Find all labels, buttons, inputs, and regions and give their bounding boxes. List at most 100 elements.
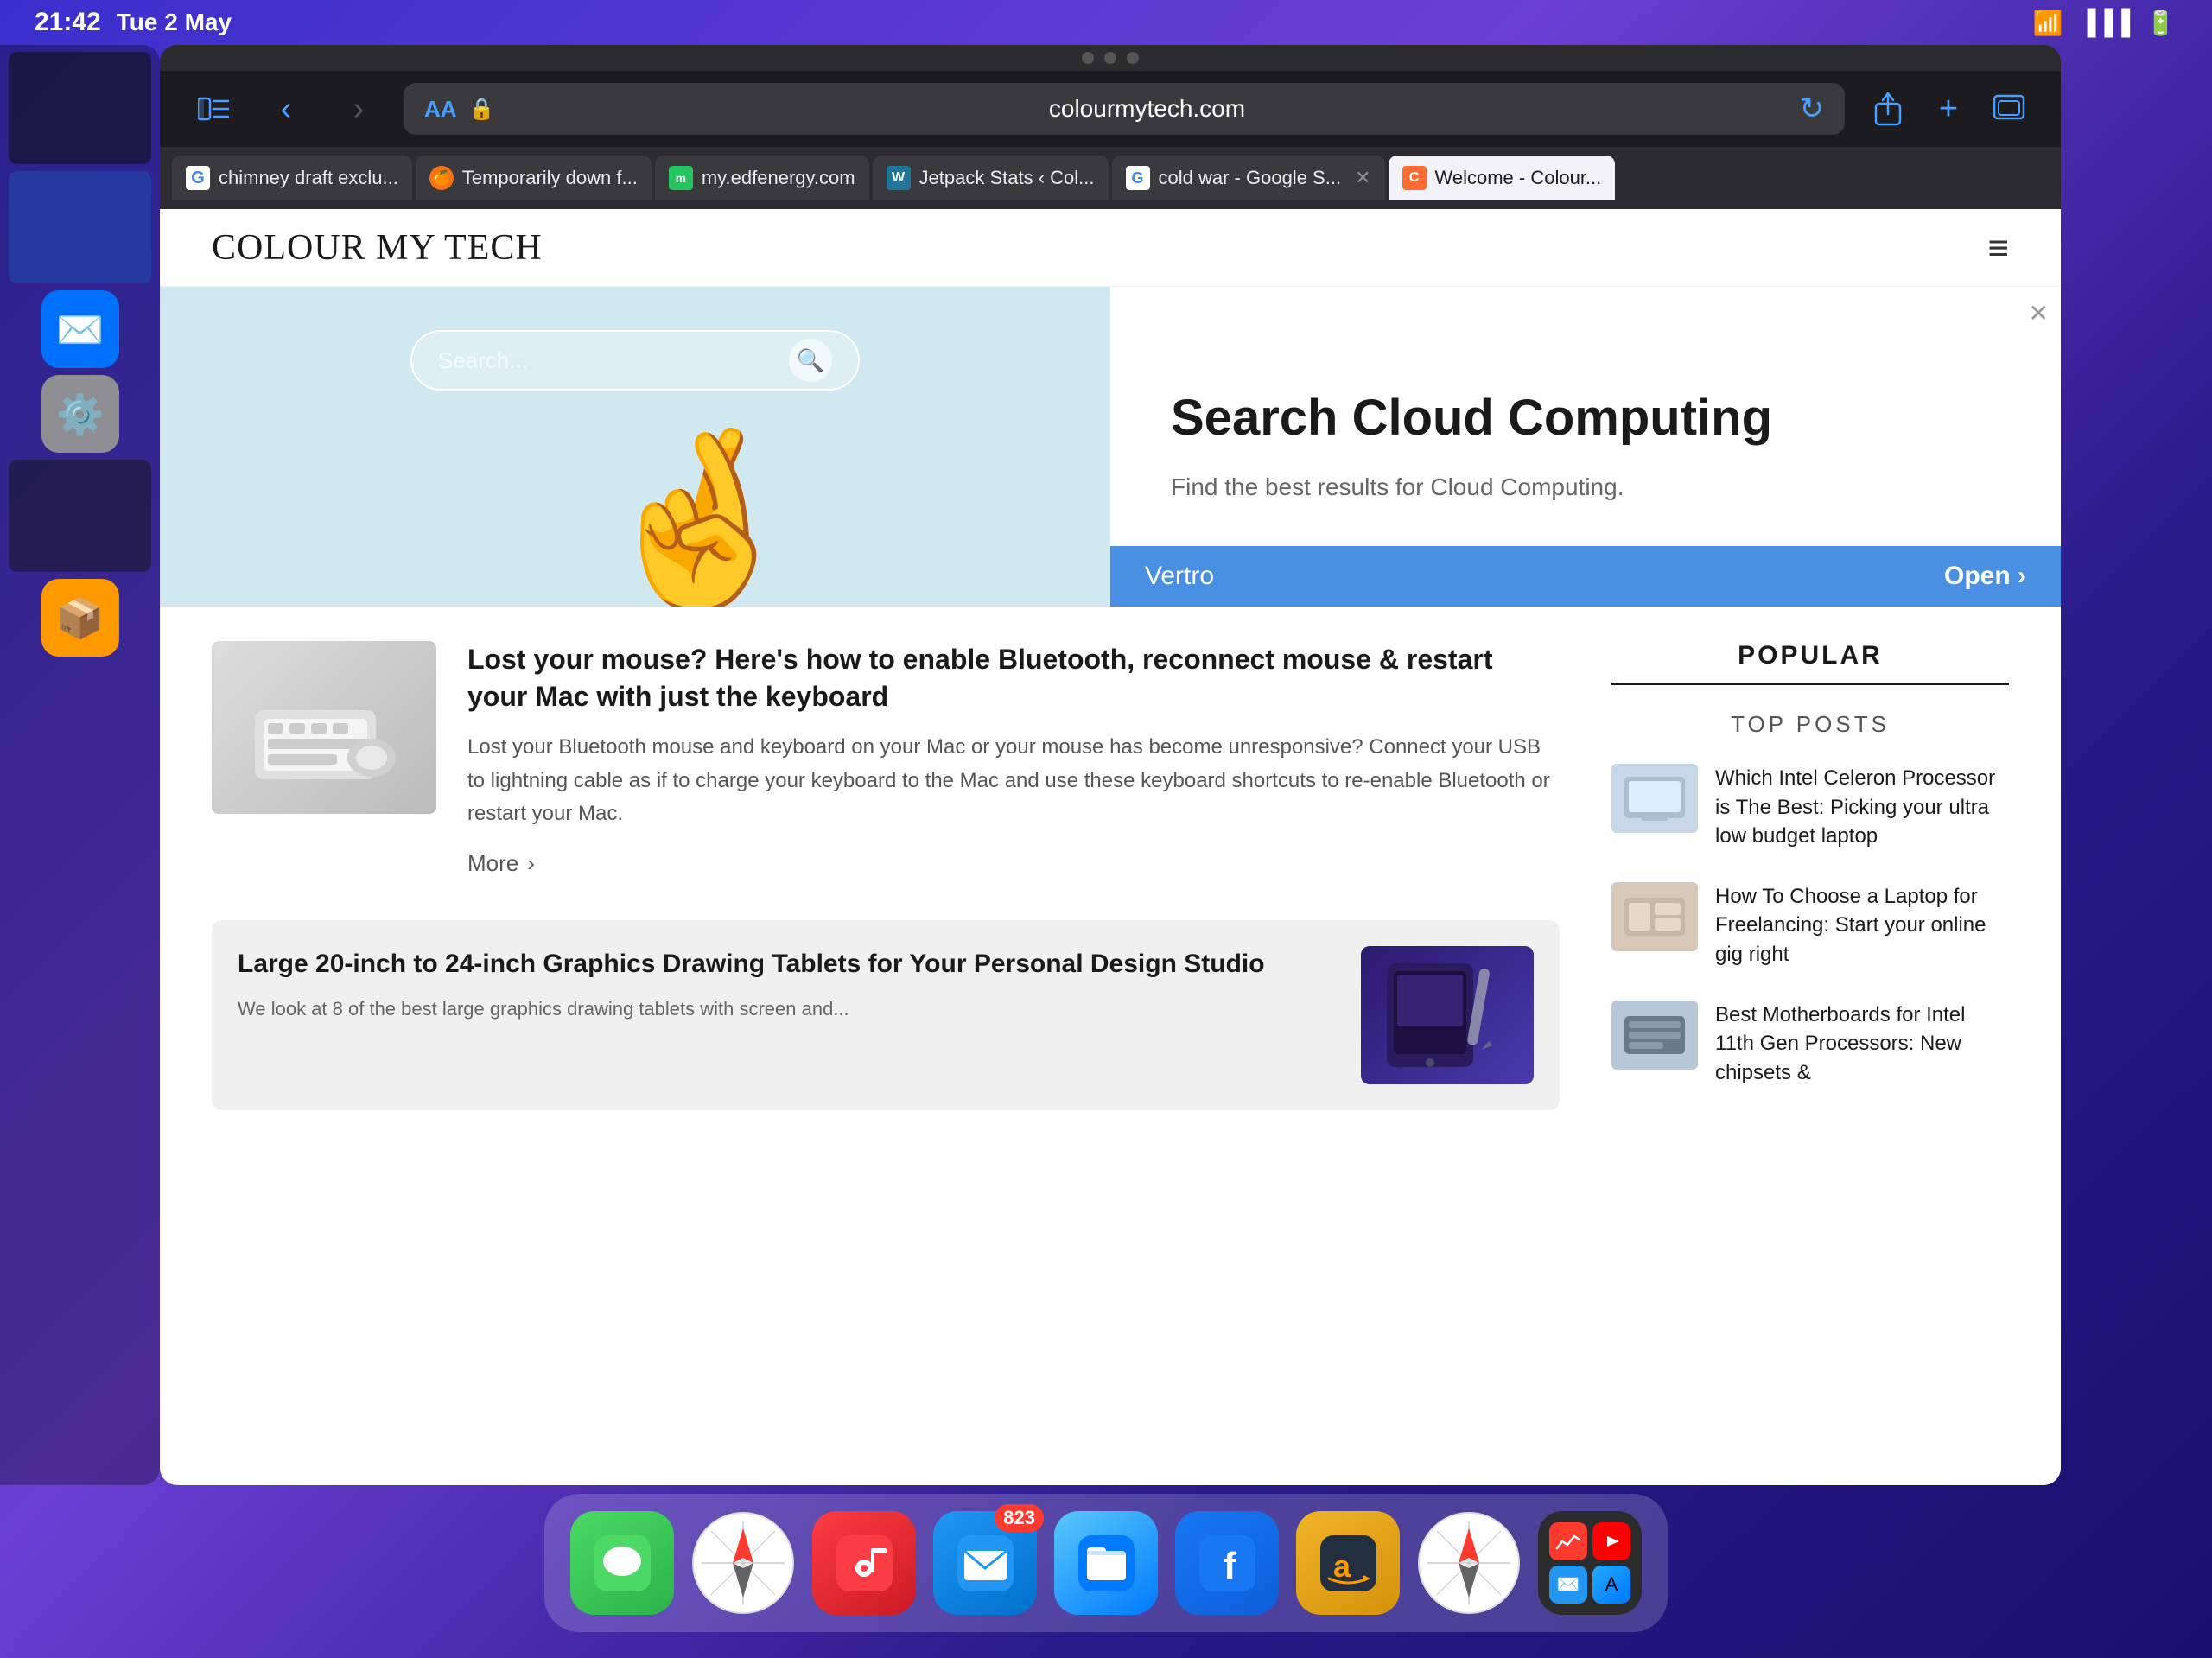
status-time: 21:42	[35, 8, 101, 37]
tab-jetpack[interactable]: W Jetpack Stats ‹ Col...	[873, 156, 1109, 200]
promo-excerpt: We look at 8 of the best large graphics …	[238, 994, 1335, 1023]
mail-badge: 823	[995, 1504, 1044, 1532]
dock-amazon[interactable]: a	[1296, 1511, 1400, 1615]
settings-app-icon[interactable]: ⚙️	[41, 375, 119, 453]
logo-text: Colour My Tech	[212, 228, 543, 268]
promo-text: Large 20-inch to 24-inch Graphics Drawin…	[238, 946, 1335, 1084]
tab-welcome[interactable]: C Welcome - Colour...	[1389, 156, 1616, 200]
url-bar[interactable]: AA 🔒 colourmytech.com ↻	[404, 83, 1845, 135]
ad-close-button[interactable]: ✕	[2029, 299, 2049, 327]
hamburger-menu[interactable]: ≡	[1987, 230, 2009, 266]
tab-close-button[interactable]: ✕	[1355, 167, 1370, 189]
more-label: More	[467, 850, 518, 877]
article-title[interactable]: Lost your mouse? Here's how to enable Bl…	[467, 641, 1560, 715]
tab-bar: G chimney draft exclu... 🍊 Temporarily d…	[160, 147, 2061, 209]
promo-image	[1361, 946, 1534, 1084]
dock-mail[interactable]: 823	[933, 1511, 1037, 1615]
browser-toolbar: ‹ › AA 🔒 colourmytech.com ↻ +	[160, 71, 2061, 147]
articles-section: Lost your mouse? Here's how to enable Bl…	[212, 641, 1560, 1451]
forward-button[interactable]: ›	[331, 81, 386, 137]
sidebar: POPULAR TOP POSTS Which Intel Celeron Pr…	[1611, 641, 2009, 1451]
dock-facebook[interactable]: f	[1175, 1511, 1279, 1615]
main-content: Lost your mouse? Here's how to enable Bl…	[160, 607, 2061, 1485]
app-switcher: ✉️ ⚙️ 📦	[0, 45, 160, 1485]
ad-footer[interactable]: Vertro Open ›	[1110, 546, 2061, 607]
dock-music[interactable]	[812, 1511, 916, 1615]
tab-label: cold war - Google S...	[1159, 167, 1342, 189]
ad-title: Search Cloud Computing	[1171, 388, 2000, 448]
dock-messages[interactable]	[570, 1511, 674, 1615]
window-dot-1	[1082, 52, 1094, 64]
article-card: Lost your mouse? Here's how to enable Bl…	[212, 641, 1560, 877]
ad-search-icon: 🔍	[789, 339, 832, 382]
top-posts-title: TOP POSTS	[1611, 711, 2009, 738]
app-thumb-2	[9, 171, 151, 283]
ad-left-panel: Search... 🔍 🤞	[160, 287, 1110, 607]
tab-coldwar[interactable]: G cold war - Google S... ✕	[1112, 156, 1385, 200]
site-logo: Colour My Tech	[212, 227, 543, 269]
wifi-icon: 📶	[2033, 9, 2063, 37]
top-post-title-3: Best Motherboards for Intel 11th Gen Pro…	[1715, 1001, 2009, 1088]
reload-button[interactable]: ↻	[1800, 92, 1825, 126]
back-button[interactable]: ‹	[258, 81, 314, 137]
tab-label: my.edfenergy.com	[702, 167, 855, 189]
status-date: Tue 2 May	[117, 9, 232, 36]
app-thumb-3	[9, 460, 151, 572]
popular-title: POPULAR	[1611, 641, 2009, 670]
tab-favicon-cmt: C	[1402, 166, 1427, 190]
amazon-app-icon[interactable]: 📦	[41, 579, 119, 657]
dock-files[interactable]	[1054, 1511, 1158, 1615]
top-post-2[interactable]: How To Choose a Laptop for Freelancing: …	[1611, 882, 2009, 969]
tab-label: Temporarily down f...	[462, 167, 638, 189]
top-post-1[interactable]: Which Intel Celeron Processor is The Bes…	[1611, 764, 2009, 851]
site-header: Colour My Tech ≡	[160, 209, 2061, 287]
tab-label: Welcome - Colour...	[1435, 167, 1602, 189]
promo-title: Large 20-inch to 24-inch Graphics Drawin…	[238, 946, 1335, 982]
tab-temporarily-down[interactable]: 🍊 Temporarily down f...	[416, 156, 652, 200]
dock: 823 f a	[544, 1494, 1668, 1632]
browser-window: ‹ › AA 🔒 colourmytech.com ↻ +	[160, 45, 2061, 1485]
article-body: Lost your mouse? Here's how to enable Bl…	[467, 641, 1560, 877]
thumb-image	[212, 641, 436, 814]
top-post-3[interactable]: Best Motherboards for Intel 11th Gen Pro…	[1611, 1001, 2009, 1088]
dock-safari2[interactable]	[1417, 1511, 1521, 1615]
svg-text:a: a	[1333, 1548, 1351, 1584]
article-more-link[interactable]: More ›	[467, 850, 1560, 877]
ad-search-placeholder: Search...	[438, 347, 528, 374]
svg-text:f: f	[1224, 1545, 1236, 1587]
tab-label: chimney draft exclu...	[219, 167, 398, 189]
article-thumbnail	[212, 641, 436, 814]
more-arrow: ›	[527, 850, 535, 877]
ad-open-button[interactable]: Open ›	[1944, 562, 2026, 591]
ad-hand-illustration: 🤞	[592, 434, 807, 607]
url-text: colourmytech.com	[506, 95, 1787, 123]
cellular-icon: ▐▐▐	[2079, 9, 2131, 36]
top-post-thumb-1	[1611, 764, 1698, 833]
status-right: 📶 ▐▐▐ 🔋	[2033, 9, 2177, 37]
new-tab-button[interactable]: +	[1923, 83, 1974, 135]
dock-safari[interactable]	[691, 1511, 795, 1615]
web-content: Colour My Tech ≡ Search... 🔍 🤞 Search Cl…	[160, 209, 2061, 1485]
status-bar: 21:42 Tue 2 May 📶 ▐▐▐ 🔋	[0, 0, 2212, 45]
dock-apps[interactable]: ✉️ A	[1538, 1511, 1642, 1615]
tab-edf[interactable]: m my.edfenergy.com	[655, 156, 869, 200]
tab-favicon-google: G	[186, 166, 210, 190]
ad-search-box: Search... 🔍	[410, 330, 860, 391]
aa-button[interactable]: AA	[424, 96, 457, 123]
tab-favicon-orange: 🍊	[429, 166, 454, 190]
window-dot-2	[1104, 52, 1116, 64]
mail-app-icon[interactable]: ✉️	[41, 290, 119, 368]
tab-favicon-wp: W	[887, 166, 911, 190]
tabs-button[interactable]	[1983, 83, 2035, 135]
share-button[interactable]	[1862, 83, 1914, 135]
app-thumb-1	[9, 52, 151, 164]
tab-label: Jetpack Stats ‹ Col...	[919, 167, 1095, 189]
promo-card[interactable]: Large 20-inch to 24-inch Graphics Drawin…	[212, 920, 1560, 1110]
top-post-thumb-2	[1611, 882, 1698, 951]
window-dot-3	[1127, 52, 1139, 64]
sidebar-toggle-button[interactable]	[186, 81, 241, 137]
tab-chimney[interactable]: G chimney draft exclu...	[172, 156, 412, 200]
lock-icon: 🔒	[469, 97, 495, 122]
top-post-title-1: Which Intel Celeron Processor is The Bes…	[1715, 764, 2009, 851]
ad-subtitle: Find the best results for Cloud Computin…	[1171, 469, 2000, 505]
